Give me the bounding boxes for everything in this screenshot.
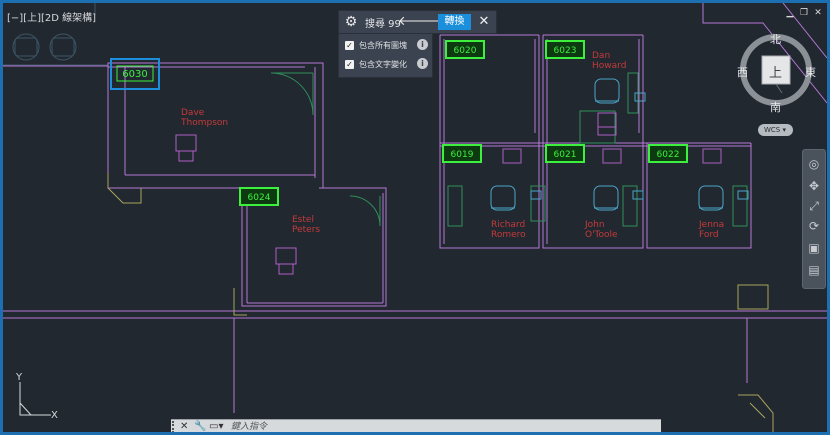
option-include-blocks[interactable]: ✓ 包含所有圖塊 i [345, 39, 429, 53]
restore-icon[interactable]: ❐ [799, 8, 809, 18]
occupant-last-name: Romero [491, 230, 526, 240]
zoom-extents-icon[interactable]: ⤢ [806, 198, 822, 214]
checkbox-checked-icon[interactable]: ✓ [345, 60, 354, 69]
option-label: 包含所有圖塊 [359, 41, 407, 50]
close-icon[interactable]: ✕ [180, 420, 188, 432]
occupant-first-name: Dave [181, 108, 205, 118]
room-number: 6019 [451, 150, 474, 160]
command-input[interactable]: 鍵入指令 [231, 421, 656, 432]
ucs-x-label: X [51, 410, 58, 421]
viewport-controls-label[interactable]: [−][上][2D 線架構] [7, 9, 96, 24]
info-icon[interactable]: i [417, 58, 428, 69]
compass-east-label[interactable]: 東 [805, 64, 816, 80]
room-tag[interactable]: 6021 [545, 144, 585, 163]
room-number: 6030 [122, 69, 147, 80]
command-line: ✕ 🔧 ▭▾ 鍵入指令 [171, 419, 661, 432]
checkbox-checked-icon[interactable]: ✓ [345, 41, 354, 50]
room-tag[interactable]: 6022 [648, 144, 688, 163]
pan-icon[interactable]: ✥ [806, 178, 822, 194]
occupant-last-name: O'Toole [585, 230, 618, 240]
occupant-first-name: Jenna [698, 220, 724, 230]
room-tag[interactable]: 6019 [442, 144, 482, 163]
occupant-first-name: Estel [292, 215, 314, 225]
occupant-first-name: John [584, 220, 605, 230]
occupant-last-name: Howard [592, 61, 626, 71]
room-tag[interactable]: 6020 [445, 40, 485, 59]
compass-north-label[interactable]: 北 [770, 31, 781, 47]
drawing-viewport[interactable]: 6030 6024 6020 6023 6019 6021 6022 Dave … [3, 3, 827, 432]
find-result-label: 搜尋 99 [365, 19, 401, 30]
minimize-icon[interactable]: ▁ [785, 8, 795, 18]
room-number: 6023 [554, 46, 577, 56]
room-tag[interactable]: 6024 [239, 187, 279, 206]
compass-west-label[interactable]: 西 [737, 64, 748, 80]
find-options-panel: ✓ 包含所有圖塊 i ✓ 包含文字變化 i [338, 33, 433, 78]
occupant-last-name: Ford [699, 230, 719, 240]
drag-handle[interactable] [172, 421, 178, 432]
occupant-last-name: Peters [292, 225, 320, 235]
arrow-left-icon[interactable]: 🡐 [398, 13, 433, 31]
ucs-y-label: Y [15, 372, 23, 383]
navbar-menu-icon[interactable]: ▤ [806, 262, 822, 278]
ucs-icon [19, 382, 51, 416]
navigation-bar: ◎ ✥ ⤢ ⟳ ▣ ▤ [802, 149, 826, 289]
compass-south-label[interactable]: 南 [770, 99, 781, 115]
wcs-menu-button[interactable]: WCS ▾ [758, 124, 793, 136]
close-icon[interactable]: ✕ [476, 13, 492, 31]
showmotion-icon[interactable]: ▣ [806, 240, 822, 256]
gear-icon[interactable]: ⚙ [343, 14, 359, 30]
find-toolbar: ⚙ 搜尋 99 🡐 🡒 轉換 ✕ [338, 10, 497, 34]
arrow-right-icon[interactable]: 🡒 [419, 13, 454, 31]
wrench-icon[interactable]: 🔧 [194, 420, 206, 432]
room-number: 6020 [454, 46, 477, 56]
viewcube[interactable]: 北 南 西 東 上 WCS ▾ [735, 31, 819, 143]
occupant-first-name: Richard [491, 220, 525, 230]
orbit-icon[interactable]: ⟳ [806, 218, 822, 234]
info-icon[interactable]: i [417, 39, 428, 50]
option-label: 包含文字變化 [359, 60, 407, 69]
room-number: 6022 [657, 150, 680, 160]
room-tag[interactable]: 6023 [545, 40, 585, 59]
steering-wheel-icon[interactable]: ◎ [806, 156, 822, 172]
viewport-window-controls: ▁ ❐ ✕ [785, 8, 825, 20]
room-number: 6024 [248, 193, 271, 203]
occupant-first-name: Dan [592, 51, 610, 61]
close-icon[interactable]: ✕ [813, 8, 823, 18]
replace-button[interactable]: 轉換 [438, 14, 471, 30]
recent-commands-icon[interactable]: ▭▾ [209, 420, 223, 432]
occupant-last-name: Thompson [180, 118, 228, 128]
room-number: 6021 [554, 150, 577, 160]
wcs-label: WCS [764, 126, 781, 134]
viewcube-face-top[interactable]: 上 [769, 62, 782, 81]
option-include-text-variations[interactable]: ✓ 包含文字變化 i [345, 58, 429, 72]
